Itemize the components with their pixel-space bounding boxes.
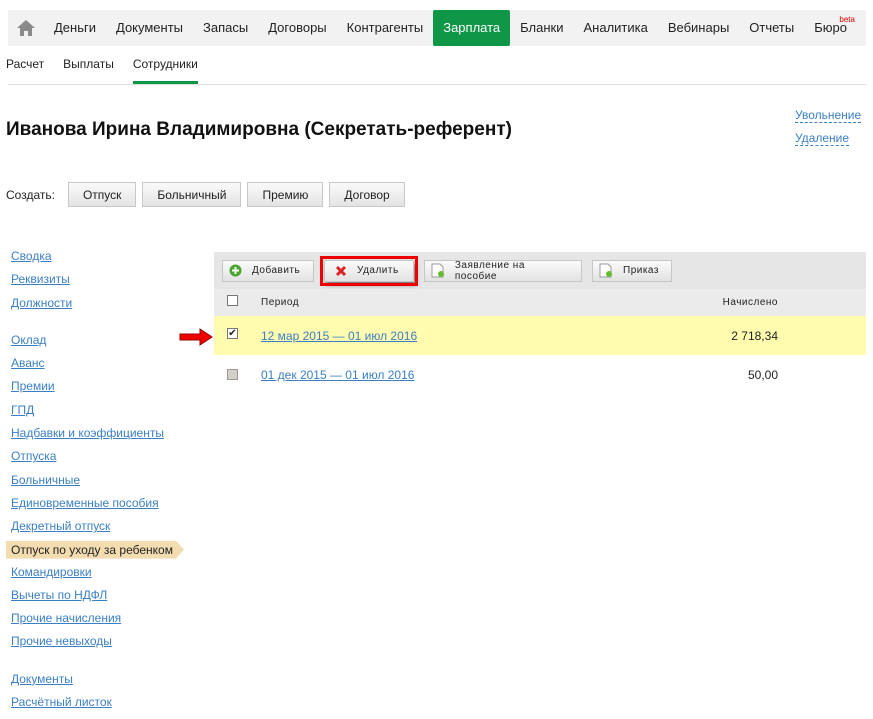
- tab-payments[interactable]: Выплаты: [63, 55, 114, 84]
- sidebar-item-salary[interactable]: Оклад: [11, 332, 191, 355]
- table-row[interactable]: 01 дек 2015 — 01 июл 2016 50,00: [214, 355, 866, 394]
- document-icon: [599, 263, 612, 278]
- delete-x-icon: [335, 265, 347, 276]
- create-bonus-button[interactable]: Премию: [247, 182, 324, 207]
- create-contract-button[interactable]: Договор: [329, 182, 405, 207]
- sidebar-item-positions[interactable]: Должности: [11, 295, 191, 318]
- table-row[interactable]: ✔ 12 мар 2015 — 01 июл 2016 2 718,34: [214, 316, 866, 355]
- dismiss-link[interactable]: Увольнение: [795, 108, 862, 123]
- nav-forms[interactable]: Бланки: [510, 10, 573, 46]
- divider: [8, 84, 866, 85]
- create-label: Создать:: [6, 187, 55, 202]
- sidebar-item-other-accruals[interactable]: Прочие начисления: [11, 610, 191, 633]
- nav-stock[interactable]: Запасы: [193, 10, 258, 46]
- period-link[interactable]: 12 мар 2015 — 01 июл 2016: [261, 329, 666, 343]
- table-header: Период Начислено: [214, 289, 866, 316]
- sidebar-item-gpd[interactable]: ГПД: [11, 402, 191, 425]
- header-period: Период: [261, 297, 300, 308]
- amount: 50,00: [747, 367, 778, 382]
- sidebar-item-payslip[interactable]: Расчётный листок: [11, 694, 191, 717]
- period-link[interactable]: 01 дек 2015 — 01 июл 2016: [261, 368, 666, 382]
- sidebar-item-documents[interactable]: Документы: [11, 671, 191, 694]
- sidebar-item-tax-deductions[interactable]: Вычеты по НДФЛ: [11, 587, 191, 610]
- sidebar-item-sick-leaves[interactable]: Больничные: [11, 472, 191, 495]
- amount: 2 718,34: [731, 328, 778, 343]
- application-button[interactable]: Заявление на пособие: [424, 259, 582, 282]
- application-label: Заявление на пособие: [454, 259, 525, 282]
- nav-bureau[interactable]: Бюро beta: [804, 10, 857, 46]
- red-arrow-icon: [179, 328, 213, 346]
- create-sick-leave-button[interactable]: Больничный: [142, 182, 242, 207]
- sidebar-item-bonuses[interactable]: Премии: [11, 378, 191, 401]
- sidebar-item-allowances[interactable]: Надбавки и коэффициенты: [11, 425, 191, 448]
- records-panel: Добавить Удалить Заявление на пособие Пр…: [214, 252, 866, 394]
- header-accrued: Начислено: [722, 297, 778, 308]
- toolbar: Добавить Удалить Заявление на пособие Пр…: [214, 252, 866, 289]
- row-checkbox[interactable]: [227, 369, 238, 380]
- home-icon: [17, 20, 35, 36]
- sidebar-item-summary[interactable]: Сводка: [11, 248, 191, 271]
- delete-employee-link[interactable]: Удаление: [795, 131, 850, 146]
- sidebar-item-advance[interactable]: Аванс: [11, 355, 191, 378]
- page-title: Иванова Ирина Владимировна (Секретать-ре…: [6, 119, 512, 140]
- create-vacation-button[interactable]: Отпуск: [67, 182, 137, 207]
- add-button[interactable]: Добавить: [222, 259, 314, 282]
- nav-reports[interactable]: Отчеты: [739, 10, 804, 46]
- tab-employees[interactable]: Сотрудники: [132, 55, 198, 84]
- sidebar: Сводка Реквизиты Должности Оклад Аванс П…: [6, 248, 191, 717]
- nav-counterparties[interactable]: Контрагенты: [337, 10, 434, 46]
- row-checkbox[interactable]: ✔: [227, 328, 238, 339]
- beta-badge: beta: [839, 15, 855, 24]
- delete-button[interactable]: Удалить: [320, 255, 418, 286]
- create-bar: Создать: Отпуск Больничный Премию Догово…: [6, 182, 411, 207]
- sidebar-item-other-absences[interactable]: Прочие невыходы: [11, 633, 191, 656]
- order-button[interactable]: Приказ: [592, 259, 672, 282]
- select-all-checkbox[interactable]: [227, 295, 238, 306]
- nav-analytics[interactable]: Аналитика: [573, 10, 657, 46]
- document-icon: [431, 263, 444, 278]
- tab-calculation[interactable]: Расчет: [6, 55, 44, 84]
- sidebar-item-business-trips[interactable]: Командировки: [11, 564, 191, 587]
- nav-webinars[interactable]: Вебинары: [658, 10, 739, 46]
- sidebar-item-childcare-leave[interactable]: Отпуск по уходу за ребенком: [6, 540, 184, 559]
- plus-circle-icon: [229, 264, 242, 277]
- delete-label: Удалить: [357, 265, 399, 276]
- sidebar-item-details[interactable]: Реквизиты: [11, 271, 191, 294]
- sidebar-item-vacations[interactable]: Отпуска: [11, 448, 191, 471]
- sidebar-item-lump-sum[interactable]: Единовременные пособия: [11, 495, 191, 518]
- order-label: Приказ: [623, 265, 659, 276]
- top-nav: Деньги Документы Запасы Договоры Контраг…: [8, 10, 866, 46]
- nav-money[interactable]: Деньги: [44, 10, 106, 46]
- nav-salary[interactable]: Зарплата: [433, 10, 511, 46]
- nav-contracts[interactable]: Договоры: [258, 10, 336, 46]
- add-label: Добавить: [252, 265, 301, 276]
- home-button[interactable]: [8, 10, 44, 46]
- sidebar-item-maternity[interactable]: Декретный отпуск: [11, 518, 191, 541]
- subtabs: Расчет Выплаты Сотрудники: [6, 55, 217, 84]
- nav-documents[interactable]: Документы: [106, 10, 193, 46]
